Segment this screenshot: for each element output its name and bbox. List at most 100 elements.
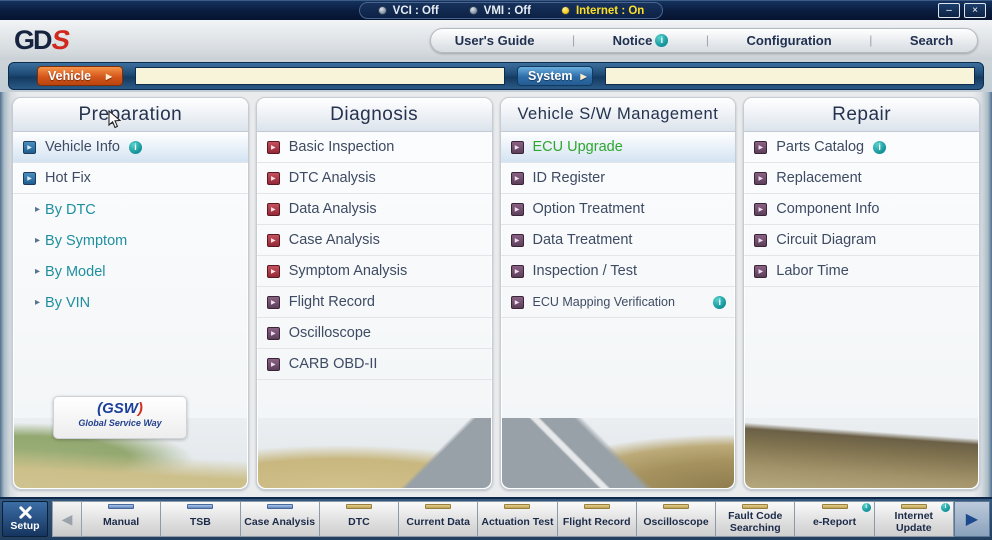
toolbar-button-case-analysis[interactable]: Case Analysis [241,501,320,537]
menu-item-ecu-upgrade[interactable]: ▶ ECU Upgrade [501,132,736,163]
header: GDS User's Guide | Notice i | Configurat… [0,20,992,60]
tab-indicator [663,504,689,509]
minimize-button[interactable]: – [938,3,960,18]
vci-status-label: VCI : Off [393,5,439,17]
menu-item-data-analysis[interactable]: ▶ Data Analysis [257,194,492,225]
menu-item-symptom-analysis[interactable]: ▶ Symptom Analysis [257,256,492,287]
menu-configuration-label: Configuration [746,33,831,48]
menu-users-guide[interactable]: User's Guide [445,33,545,48]
menu-item-basic-inspection[interactable]: ▶ Basic Inspection [257,132,492,163]
close-button[interactable]: × [964,3,986,18]
selector-bar: Vehicle ▶ System ▶ [8,62,984,90]
toolbar-button-flight-record[interactable]: Flight Record [558,501,637,537]
menu-item-ecu-mapping-verification[interactable]: ▶ ECU Mapping Verification i [501,287,736,318]
info-icon[interactable]: i [713,296,726,309]
vmi-status: VMI : Off [469,5,531,17]
info-icon: i [941,503,950,512]
menu-item-parts-catalog[interactable]: ▶ Parts Catalog i [744,132,979,163]
menu-item-oscilloscope[interactable]: ▶ Oscilloscope [257,318,492,349]
system-input[interactable] [605,67,975,85]
toolbar-button-e-report[interactable]: i e-Report [795,501,874,537]
forward-arrow-icon: ▶ [966,509,978,529]
menu-item-label: Circuit Diagram [776,232,876,248]
setup-button[interactable]: Setup [2,501,48,537]
toolbar-back-button[interactable]: ◀ [52,501,82,537]
menu-item-id-register[interactable]: ▶ ID Register [501,163,736,194]
menu-item-case-analysis[interactable]: ▶ Case Analysis [257,225,492,256]
menu-item-label: DTC Analysis [289,170,376,186]
arrow-box-icon: ▶ [267,265,280,278]
toolbar-button-label: Actuation Test [481,516,553,528]
arrow-box-icon: ▶ [267,234,280,247]
vmi-status-label: VMI : Off [484,5,531,17]
menu-item-label: Labor Time [776,263,849,279]
menu-separator: | [869,33,872,47]
toolbar-button-oscilloscope[interactable]: Oscilloscope [637,501,716,537]
arrow-box-icon: ▶ [267,296,280,309]
menu-item-replacement[interactable]: ▶ Replacement [744,163,979,194]
menu-item-option-treatment[interactable]: ▶ Option Treatment [501,194,736,225]
titlebar: VCI : Off VMI : Off Internet : On – × [0,0,992,20]
arrow-box-icon: ▶ [511,203,524,216]
menu-item-label: Symptom Analysis [289,263,407,279]
system-button[interactable]: System ▶ [517,66,593,86]
vehicle-input[interactable] [135,67,505,85]
vci-status-dot-icon [378,6,387,15]
menu-item-hot-fix[interactable]: ▶ Hot Fix [13,163,248,194]
column-preparation: Preparation ▶ Vehicle Info i ▶ Hot Fix ▸… [12,97,249,490]
toolbar: Setup ◀ Manual TSB Case Analysis DTC Cur… [0,497,992,540]
menu-item-circuit-diagram[interactable]: ▶ Circuit Diagram [744,225,979,256]
arrow-box-icon: ▶ [511,172,524,185]
toolbar-forward-button[interactable]: ▶ [954,501,990,537]
menu-notice[interactable]: Notice i [603,33,679,48]
sub-arrow-icon: ▸ [35,204,40,215]
info-icon[interactable]: i [129,141,142,154]
toolbar-button-tsb[interactable]: TSB [161,501,240,537]
menu-item-by-dtc[interactable]: ▸ By DTC [13,194,248,225]
menu-item-label: Basic Inspection [289,139,395,155]
toolbar-button-label: Flight Record [563,516,631,528]
vehicle-button[interactable]: Vehicle ▶ [37,66,123,86]
toolbar-button-manual[interactable]: Manual [82,501,161,537]
menu-item-labor-time[interactable]: ▶ Labor Time [744,256,979,287]
gsw-swoosh-right-icon: ) [138,400,143,417]
toolbar-button-current-data[interactable]: Current Data [399,501,478,537]
info-icon[interactable]: i [873,141,886,154]
toolbar-button-label: Manual [103,516,139,528]
column-title: Repair [744,98,979,132]
menu-item-component-info[interactable]: ▶ Component Info [744,194,979,225]
menu-search[interactable]: Search [900,33,963,48]
toolbar-button-dtc[interactable]: DTC [320,501,399,537]
arrow-box-icon: ▶ [23,141,36,154]
menu-item-label: Data Treatment [533,232,633,248]
menu-search-label: Search [910,33,953,48]
menu-item-flight-record[interactable]: ▶ Flight Record [257,287,492,318]
toolbar-button-actuation-test[interactable]: Actuation Test [478,501,557,537]
menu-item-dtc-analysis[interactable]: ▶ DTC Analysis [257,163,492,194]
arrow-box-icon: ▶ [511,265,524,278]
arrow-box-icon: ▶ [511,141,524,154]
menu-item-by-symptom[interactable]: ▸ By Symptom [13,225,248,256]
menu-item-by-model[interactable]: ▸ By Model [13,256,248,287]
arrow-box-icon: ▶ [754,141,767,154]
setup-tools-icon [18,506,33,519]
gsw-logo: (GSW) Global Service Way [53,396,187,439]
toolbar-button-label: Current Data [406,516,470,528]
menu-item-vehicle-info[interactable]: ▶ Vehicle Info i [13,132,248,163]
menu-item-inspection-test[interactable]: ▶ Inspection / Test [501,256,736,287]
toolbar-button-internet-update[interactable]: i Internet Update [875,501,954,537]
menu-item-by-vin[interactable]: ▸ By VIN [13,287,248,318]
menu-item-data-treatment[interactable]: ▶ Data Treatment [501,225,736,256]
header-menu: User's Guide | Notice i | Configuration … [430,28,978,53]
menu-item-label: ECU Upgrade [533,139,623,155]
arrow-box-icon: ▶ [267,327,280,340]
menu-item-carb-obd2[interactable]: ▶ CARB OBD-II [257,349,492,380]
toolbar-button-fault-code-searching[interactable]: Fault Code Searching [716,501,795,537]
internet-status-label: Internet : On [576,5,644,17]
menu-item-label: Option Treatment [533,201,645,217]
menu-item-label: Inspection / Test [533,263,638,279]
sub-arrow-icon: ▸ [35,235,40,246]
menu-configuration[interactable]: Configuration [736,33,841,48]
sub-arrow-icon: ▸ [35,297,40,308]
arrow-box-icon: ▶ [23,172,36,185]
